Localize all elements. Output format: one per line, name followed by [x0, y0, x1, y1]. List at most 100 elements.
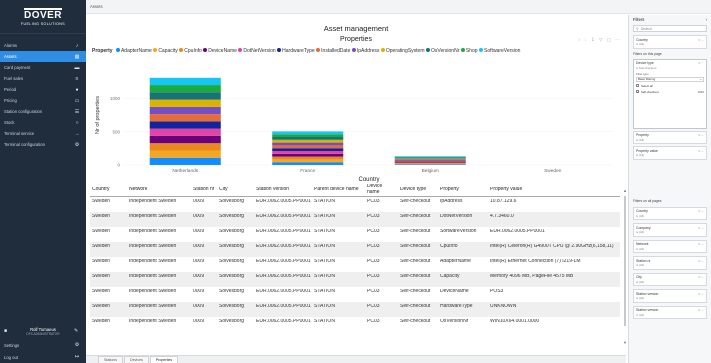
- bar-segment[interactable]: [149, 135, 221, 144]
- page-tab[interactable]: Devices: [124, 356, 149, 363]
- bar-segment[interactable]: [149, 121, 221, 129]
- table-row[interactable]: Sweden Independent Sweden 0009 Sölvesborg EU…: [90, 227, 620, 242]
- sidebar-item[interactable]: Terminal service →: [0, 128, 86, 139]
- legend-item[interactable]: IpAddress: [351, 48, 379, 54]
- bar-segment[interactable]: [272, 148, 344, 151]
- filter-type-select[interactable]: Basic filtering ⌄: [636, 76, 704, 82]
- column-header[interactable]: Parent device name: [312, 187, 365, 193]
- table-row[interactable]: Sweden Independent Sweden 0009 Sölvesborg EU…: [90, 197, 620, 212]
- column-header[interactable]: Country: [90, 187, 127, 193]
- properties-bar-chart[interactable]: 0 500 1000 Nr of properties Netherlands Franc…: [86, 55, 626, 183]
- legend-item[interactable]: InstalledDate: [316, 48, 350, 54]
- filter-card[interactable]: Network is (All) ⊙ ⌄: [633, 239, 707, 253]
- bar-segment[interactable]: [394, 162, 466, 164]
- chevron-down-icon[interactable]: ⊙ ⌄: [698, 292, 704, 296]
- bar-segment[interactable]: [394, 158, 466, 160]
- chevron-down-icon[interactable]: ⊙ ⌄: [698, 242, 704, 246]
- filter-card[interactable]: Property is (All) ⊙ ⌄: [633, 130, 707, 144]
- legend-item[interactable]: Capacity: [153, 48, 178, 54]
- scroll-thumb[interactable]: [623, 196, 626, 326]
- sidebar-item[interactable]: Terminal configuration ⚙: [0, 139, 86, 150]
- legend-item[interactable]: CpuInfo: [179, 48, 202, 54]
- chevron-down-icon[interactable]: ⊙ ⌄: [698, 133, 704, 137]
- sidebar-item[interactable]: Assets ▦: [0, 51, 86, 62]
- sidebar-item[interactable]: Station configuration ☰: [0, 106, 86, 117]
- option-checkbox[interactable]: ✓ Self-checkout 1962: [636, 90, 704, 94]
- column-header[interactable]: Property: [438, 187, 488, 193]
- table-scrollbar[interactable]: ▲ ▼: [623, 188, 627, 350]
- filter-card[interactable]: City is (All) ⊙ ⌄: [633, 272, 707, 286]
- bar-segment[interactable]: [272, 156, 344, 160]
- bar-segment[interactable]: [149, 150, 221, 158]
- filter-card[interactable]: Station version is (All) ⊙ ⌄: [633, 289, 707, 303]
- legend-item[interactable]: OsVersionNr: [426, 48, 459, 54]
- scroll-down-icon[interactable]: ▼: [623, 340, 627, 345]
- legend-item[interactable]: Shop: [460, 48, 478, 54]
- chevron-down-icon[interactable]: ⊙ ⌄: [698, 275, 704, 279]
- filter-clear-icon[interactable]: ⊙ ⌄: [698, 38, 704, 42]
- scroll-up-icon[interactable]: ▲: [623, 188, 627, 193]
- bar-segment[interactable]: [394, 159, 466, 161]
- bar-segment[interactable]: [272, 162, 344, 165]
- user-box[interactable]: ■ Rolf Tornaeus DFS ADMINISTRATOR ✎: [0, 322, 86, 340]
- collapse-filters-icon[interactable]: ›: [706, 17, 707, 22]
- sidebar-item[interactable]: Fuel sales ≡: [0, 73, 86, 84]
- column-header[interactable]: Property value: [488, 187, 620, 193]
- chevron-down-icon[interactable]: ⊙ ⌄: [698, 226, 704, 230]
- bar-segment[interactable]: [149, 157, 221, 165]
- bar-segment[interactable]: [272, 134, 344, 137]
- bar-segment[interactable]: [149, 106, 221, 115]
- bar-segment[interactable]: [149, 128, 221, 136]
- column-header[interactable]: Network: [127, 187, 191, 193]
- bar-segment[interactable]: [394, 164, 466, 165]
- chevron-down-icon[interactable]: ⊙ ⌄: [698, 209, 704, 213]
- bar-segment[interactable]: [272, 142, 344, 146]
- legend-item[interactable]: OperatingSystem: [380, 48, 425, 54]
- chevron-down-icon[interactable]: ⊙ ⌄: [698, 259, 704, 263]
- chevron-down-icon[interactable]: ⊙ ⌄: [698, 308, 704, 312]
- bar-segment[interactable]: [394, 156, 466, 158]
- bar-segment[interactable]: [272, 131, 344, 135]
- bar-segment[interactable]: [272, 139, 344, 143]
- filters-search-input[interactable]: ⚲ Search: [633, 25, 707, 32]
- user-edit-icon[interactable]: ✎: [74, 328, 82, 334]
- bar-segment[interactable]: [394, 160, 466, 162]
- table-row[interactable]: Sweden Independent Sweden 0009 Sölvesborg EU…: [90, 212, 620, 227]
- bar-segment[interactable]: [394, 163, 466, 165]
- filter-card-country-visual[interactable]: Country is (All) ⊙ ⌄: [633, 35, 707, 49]
- bar-segment[interactable]: [272, 153, 344, 157]
- bar-segment[interactable]: [149, 92, 221, 100]
- bar-segment[interactable]: [149, 143, 221, 151]
- filter-card[interactable]: Company is (All) ⊙ ⌄: [633, 223, 707, 237]
- page-tab[interactable]: Stations: [98, 356, 123, 363]
- bar-segment[interactable]: [272, 137, 344, 140]
- legend-item[interactable]: DeviceName: [203, 48, 237, 54]
- bar-segment[interactable]: [272, 151, 344, 154]
- logout-link[interactable]: Log out ↦: [0, 352, 86, 362]
- filter-clear-icon[interactable]: ⊙ ⌃: [698, 61, 704, 65]
- table-row[interactable]: Sweden Independent Sweden 0009 Sölvesborg EU…: [90, 317, 620, 332]
- bar-segment[interactable]: [394, 156, 466, 157]
- legend-item[interactable]: HardwareType: [277, 48, 315, 54]
- filter-card[interactable]: Country is (All) ⊙ ⌄: [633, 206, 707, 220]
- chevron-down-icon[interactable]: ⊙ ⌄: [698, 149, 704, 153]
- sidebar-item[interactable]: Card payment ▬: [0, 62, 86, 73]
- bar-segment[interactable]: [149, 99, 221, 107]
- table-row[interactable]: Sweden Independent Sweden 0009 Sölvesborg EU…: [90, 287, 620, 302]
- column-header[interactable]: Station nr: [191, 187, 217, 193]
- filter-card[interactable]: Station nr is (All) ⊙ ⌄: [633, 256, 707, 270]
- page-tab[interactable]: Properties: [149, 356, 179, 363]
- bar-segment[interactable]: [272, 145, 344, 149]
- column-header[interactable]: Station version: [254, 187, 312, 193]
- select-all-checkbox[interactable]: Select all: [636, 84, 704, 88]
- table-row[interactable]: Sweden Independent Sweden 0009 Sölvesborg EU…: [90, 242, 620, 257]
- bar-segment[interactable]: [149, 77, 221, 86]
- sidebar-item[interactable]: Pricing ▭: [0, 95, 86, 106]
- sidebar-item[interactable]: Alarms ♪: [0, 40, 86, 51]
- table-row[interactable]: Sweden Independent Sweden 0009 Sölvesborg EU…: [90, 257, 620, 272]
- sidebar-item[interactable]: Stock ○: [0, 117, 86, 128]
- bar-segment[interactable]: [272, 159, 344, 163]
- bar-segment[interactable]: [394, 157, 466, 159]
- bar-segment[interactable]: [149, 85, 221, 93]
- filter-card[interactable]: Station version is (All) ⊙ ⌄: [633, 305, 707, 319]
